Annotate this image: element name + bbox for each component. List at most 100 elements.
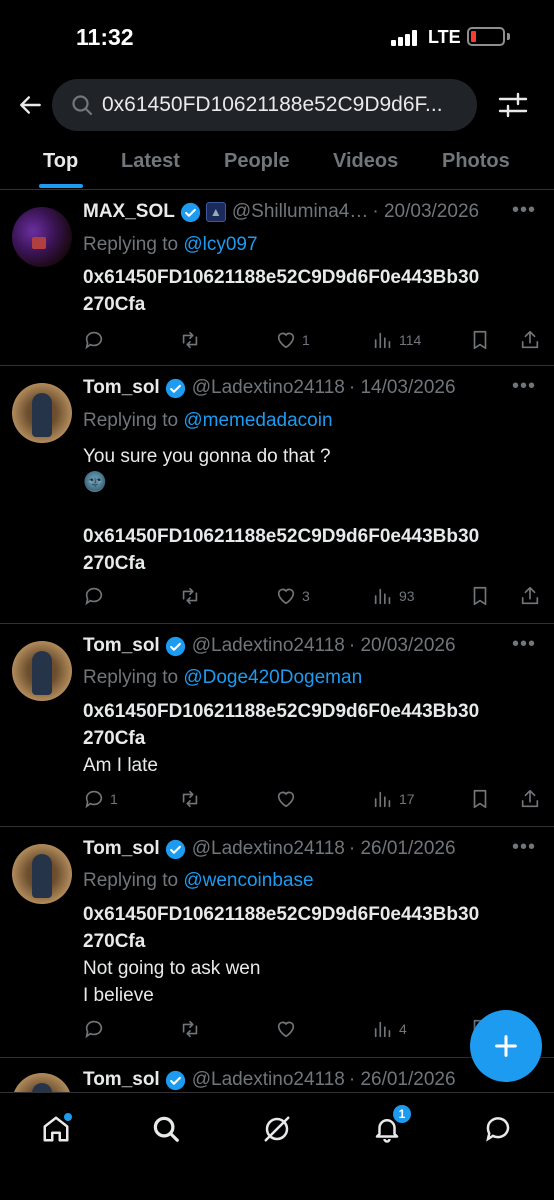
status-bar: 11:32 LTE [0, 0, 554, 76]
post[interactable]: Tom_sol @Ladextino24118 · 14/03/2026 •••… [0, 367, 554, 624]
post-text-line: 270Cfa [83, 728, 146, 749]
like-button[interactable] [275, 787, 302, 811]
search-input[interactable]: 0x61450FD10621188e52C9D9d6F... [52, 79, 477, 131]
more-icon[interactable]: ••• [512, 199, 536, 222]
more-icon[interactable]: ••• [512, 836, 536, 859]
post-emoji: 🌚 [83, 472, 107, 493]
like-button[interactable] [275, 1017, 302, 1041]
share-button[interactable] [519, 328, 541, 352]
views-button[interactable]: 4 [372, 1017, 407, 1041]
back-button[interactable] [12, 86, 50, 124]
bookmark-button[interactable] [469, 328, 491, 352]
author-name[interactable]: Tom_sol [83, 635, 160, 657]
reply-icon [85, 587, 103, 606]
search-icon [72, 95, 93, 116]
sliders-icon [498, 92, 528, 118]
bookmark-button[interactable] [469, 584, 491, 608]
active-tab-indicator [39, 184, 83, 188]
filter-button[interactable] [494, 88, 532, 122]
author-name[interactable]: Tom_sol [83, 1069, 160, 1091]
bookmark-icon [473, 586, 487, 606]
bookmark-icon [473, 330, 487, 350]
nav-search[interactable] [148, 1111, 184, 1147]
like-count: 3 [302, 588, 310, 604]
views-icon [374, 1021, 391, 1038]
repost-button[interactable] [179, 328, 206, 352]
bottom-nav: 1 [0, 1092, 554, 1200]
avatar[interactable] [12, 844, 72, 904]
post-header: Tom_sol @Ladextino24118 · 20/03/2026 [83, 633, 456, 659]
repost-button[interactable] [179, 1017, 206, 1041]
share-icon [521, 586, 539, 605]
author-handle: @Ladextino24118 [191, 377, 345, 398]
search-query: 0x61450FD10621188e52C9D9d6F... [102, 93, 443, 116]
post-date: · 14/03/2026 [348, 377, 456, 398]
author-name[interactable]: MAX_SOL [83, 201, 175, 223]
back-arrow-icon [20, 96, 41, 114]
mention-link[interactable]: @memedadacoin [183, 410, 332, 431]
tab-top[interactable]: Top [43, 150, 78, 173]
share-button[interactable] [519, 787, 541, 811]
repost-button[interactable] [179, 787, 206, 811]
home-unread-dot [64, 1113, 72, 1121]
repost-icon [182, 587, 198, 605]
like-button[interactable]: 1 [275, 328, 310, 352]
nav-notifications[interactable]: 1 [369, 1105, 411, 1147]
repost-icon [182, 331, 198, 349]
avatar[interactable] [12, 641, 72, 701]
heart-icon [277, 791, 295, 808]
reply-button[interactable]: 1 [83, 787, 118, 811]
views-button[interactable]: 17 [372, 787, 415, 811]
grok-icon [264, 1116, 290, 1142]
post-text-line: 270Cfa [83, 294, 146, 315]
avatar[interactable] [12, 383, 72, 443]
replying-prefix: Replying to [83, 410, 179, 431]
post-text-line: 0x61450FD10621188e52C9D9d6F0e443Bb30 [83, 267, 480, 288]
replying-prefix: Replying to [83, 667, 179, 688]
nav-home[interactable] [38, 1111, 74, 1147]
view-count: 4 [399, 1021, 407, 1037]
reply-button[interactable] [83, 584, 110, 608]
author-name[interactable]: Tom_sol [83, 377, 160, 399]
avatar[interactable] [12, 207, 72, 267]
reply-button[interactable] [83, 1017, 110, 1041]
message-icon [486, 1117, 510, 1142]
post-text-line: I believe [83, 985, 154, 1006]
verified-badge-icon [165, 1070, 185, 1090]
nav-messages[interactable] [480, 1111, 516, 1147]
notifications-badge: 1 [393, 1105, 411, 1123]
mention-link[interactable]: @wencoinbase [183, 870, 313, 891]
replying-to: Replying to @lcy097 [83, 234, 258, 256]
search-icon [153, 1116, 179, 1142]
compose-button[interactable] [470, 1010, 542, 1082]
post-text-line: 0x61450FD10621188e52C9D9d6F0e443Bb30 [83, 904, 480, 925]
bookmark-button[interactable] [469, 787, 491, 811]
tab-videos[interactable]: Videos [333, 150, 398, 173]
tab-photos[interactable]: Photos [442, 150, 510, 173]
post[interactable]: MAX_SOL ▲ @Shillumina4… · 20/03/2026 •••… [0, 191, 554, 366]
like-button[interactable]: 3 [275, 584, 310, 608]
tab-people[interactable]: People [224, 150, 290, 173]
post-date: · 20/03/2026 [372, 201, 480, 222]
share-button[interactable] [519, 584, 541, 608]
nav-grok[interactable] [259, 1111, 295, 1147]
repost-button[interactable] [179, 584, 206, 608]
post-header: Tom_sol @Ladextino24118 · 26/01/2026 [83, 836, 456, 862]
reply-button[interactable] [83, 328, 110, 352]
mention-link[interactable]: @lcy097 [183, 234, 257, 255]
reply-count: 1 [110, 791, 118, 807]
reply-icon [85, 790, 103, 809]
views-icon [374, 791, 391, 808]
replying-to: Replying to @wencoinbase [83, 870, 314, 892]
post[interactable]: Tom_sol @Ladextino24118 · 20/03/2026 •••… [0, 625, 554, 827]
more-icon[interactable]: ••• [512, 375, 536, 398]
mention-link[interactable]: @Doge420Dogeman [183, 667, 362, 688]
tab-latest[interactable]: Latest [121, 150, 180, 173]
views-button[interactable]: 114 [372, 328, 421, 352]
more-icon[interactable]: ••• [512, 633, 536, 656]
views-button[interactable]: 93 [372, 584, 415, 608]
replying-prefix: Replying to [83, 234, 179, 255]
post[interactable]: Tom_sol @Ladextino24118 · 26/01/2026 •••… [0, 828, 554, 1058]
post-text-line: 270Cfa [83, 931, 146, 952]
author-name[interactable]: Tom_sol [83, 838, 160, 860]
